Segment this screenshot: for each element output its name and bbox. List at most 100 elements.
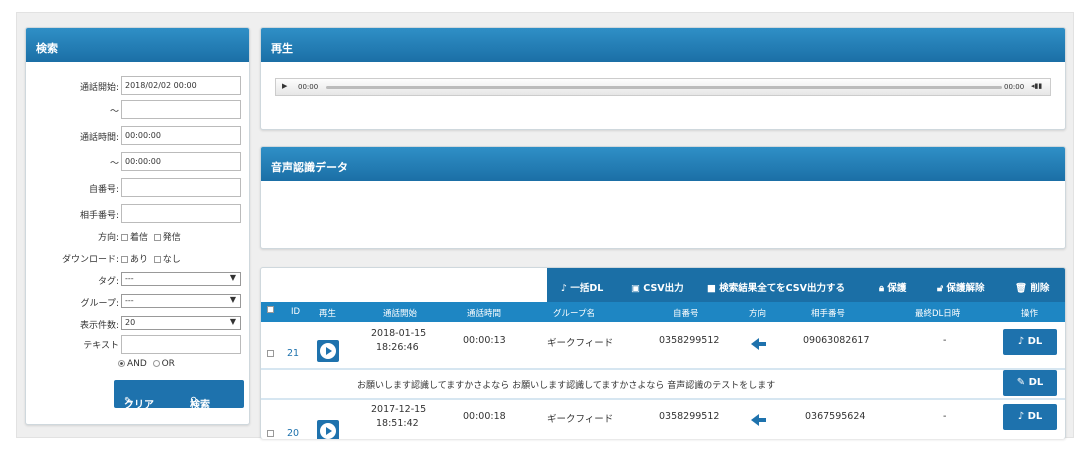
- play-button[interactable]: [317, 420, 339, 439]
- text-label: テキスト: [83, 341, 119, 351]
- csv-button[interactable]: ▣ CSV出力: [631, 280, 684, 294]
- and-label: AND: [127, 359, 147, 369]
- outgoing-checkbox[interactable]: [153, 234, 161, 241]
- call-time-to-input[interactable]: 00:00:00: [121, 152, 241, 171]
- count-row: 表示件数: 20 ▼: [26, 314, 249, 334]
- group-select[interactable]: --- ▼: [121, 294, 241, 308]
- row-partner-number: 09063082617: [803, 335, 870, 346]
- seek-bar[interactable]: [326, 86, 1002, 89]
- transcript-row: お願いします認識してますかさよなら お願いします認識してますかさよなら 音声認識…: [261, 370, 1065, 398]
- search-panel-title: 検索: [26, 28, 249, 62]
- incoming-checkbox[interactable]: [121, 234, 128, 241]
- row-group: ギークフィード: [547, 414, 614, 425]
- row-checkbox[interactable]: [267, 350, 274, 357]
- header-call-start: 通話開始: [383, 309, 418, 319]
- csv-all-button[interactable]: ■ 検索結果全てをCSV出力する: [707, 280, 845, 294]
- search-button-group: ✎ クリア ⚲ 検索: [114, 380, 244, 411]
- dl-button[interactable]: ♪ DL: [1003, 404, 1057, 430]
- play-icon[interactable]: ▶: [282, 82, 287, 90]
- own-number-input[interactable]: [121, 178, 241, 197]
- unprotect-button[interactable]: 🔓︎ 保護解除: [937, 280, 984, 294]
- tilde-label: ～: [109, 159, 119, 169]
- call-start-from-input[interactable]: 2018/02/02 00:00: [121, 76, 241, 95]
- bulk-dl-label: 一括DL: [570, 283, 604, 294]
- outgoing-label: 発信: [162, 233, 181, 243]
- protect-label: 保護: [887, 283, 907, 294]
- total-time: 00:00: [1004, 83, 1025, 91]
- dl-button[interactable]: ♪ DL: [1003, 329, 1057, 355]
- protect-button[interactable]: 🔒︎ 保護: [879, 280, 906, 294]
- row-duration: 00:00:13: [463, 335, 506, 346]
- volume-icon[interactable]: ◂▮▮: [1031, 82, 1042, 90]
- row-checkbox[interactable]: [267, 430, 274, 437]
- call-time-from-input[interactable]: 00:00:00: [121, 126, 241, 145]
- tilde-label: ～: [109, 107, 119, 117]
- delete-label: 削除: [1030, 283, 1050, 294]
- count-value: 20: [125, 318, 136, 327]
- download-yes-checkbox[interactable]: [121, 256, 128, 263]
- and-radio[interactable]: [118, 360, 125, 367]
- delete-button[interactable]: 🗑︎ 削除: [1015, 280, 1049, 294]
- row-last-dl: -: [943, 411, 947, 422]
- download-yes-label: あり: [130, 255, 149, 265]
- and-or-row: AND OR: [26, 355, 249, 375]
- group-row: グループ: --- ▼: [26, 292, 249, 312]
- row-partner-number: 0367595624: [805, 411, 866, 422]
- row-last-dl: -: [943, 335, 947, 346]
- table-row: 21 2018-01-15 18:26:46 00:00:13 ギークフィード …: [261, 322, 1065, 368]
- or-radio[interactable]: [152, 360, 160, 367]
- call-start-to-row: ～: [26, 100, 249, 120]
- player-panel-title: 再生: [261, 28, 1065, 62]
- transcript-dl-button[interactable]: ✎ DL: [1003, 370, 1057, 396]
- partner-number-input[interactable]: [121, 204, 241, 223]
- app-frame: 検索 通話開始: 2018/02/02 00:00 ～ 通話時間: 00:00:…: [16, 12, 1074, 439]
- text-input[interactable]: [121, 335, 241, 354]
- header-actions: 操作: [1021, 309, 1039, 319]
- and-or-options: AND OR: [118, 359, 175, 369]
- download-options: あり なし: [121, 252, 181, 265]
- call-time-to-row: ～ 00:00:00: [26, 152, 249, 172]
- select-all-checkbox[interactable]: [267, 306, 274, 313]
- partner-number-label: 相手番号:: [79, 211, 119, 221]
- music-note-icon: ♪: [1017, 411, 1025, 422]
- unlock-icon: 🔓︎: [937, 283, 944, 294]
- bulk-dl-button[interactable]: ♪ 一括DL: [561, 280, 603, 294]
- download-row: ダウンロード: あり なし: [26, 248, 249, 268]
- call-list-panel: ♪ 一括DL ▣ CSV出力 ■ 検索結果全てをCSV出力する 🔒︎ 保護 🔓︎…: [260, 267, 1066, 439]
- row-id-link[interactable]: 21: [287, 348, 299, 359]
- lock-icon: 🔒︎: [879, 283, 885, 294]
- row-own-number: 0358299512: [659, 411, 720, 422]
- csv-label: CSV出力: [643, 283, 684, 294]
- header-group: グループ名: [553, 309, 595, 319]
- download-no-checkbox[interactable]: [153, 256, 161, 263]
- direction-row: 方向: 着信 発信: [26, 226, 249, 246]
- own-number-row: 自番号:: [26, 178, 249, 198]
- trash-icon: 🗑︎: [1015, 283, 1028, 294]
- incoming-label: 着信: [130, 233, 149, 243]
- audio-player: ▶ 00:00 00:00 ◂▮▮: [275, 78, 1051, 96]
- group-label: グループ:: [80, 299, 120, 309]
- voice-panel-title: 音声認識データ: [261, 147, 1065, 181]
- call-start-to-input[interactable]: [121, 100, 241, 119]
- music-note-icon: ♪: [561, 283, 568, 294]
- search-button-label: 検索: [190, 400, 210, 411]
- group-value: ---: [125, 296, 134, 305]
- row-date: 2017-12-15: [371, 404, 427, 415]
- row-group: ギークフィード: [547, 338, 614, 349]
- row-id-link[interactable]: 20: [287, 428, 299, 439]
- row-time: 18:51:42: [376, 418, 419, 429]
- table-header: ID 再生 通話開始 通話時間 グループ名 自番号 方向 相手番号 最終DL日時…: [261, 302, 1065, 322]
- transcript-text: お願いします認識してますかさよなら お願いします認識してますかさよなら 音声認識…: [357, 381, 776, 391]
- header-own-number: 自番号: [673, 309, 699, 319]
- play-button[interactable]: [317, 340, 339, 362]
- count-select[interactable]: 20 ▼: [121, 316, 241, 330]
- chevron-down-icon: ▼: [229, 273, 236, 282]
- tag-label: タグ:: [97, 277, 119, 287]
- tag-select[interactable]: --- ▼: [121, 272, 241, 286]
- call-start-label: 通話開始:: [79, 83, 119, 93]
- square-icon: ■: [707, 283, 716, 294]
- direction-options: 着信 発信: [121, 230, 181, 243]
- row-time: 18:26:46: [376, 342, 419, 353]
- list-toolbar: ♪ 一括DL ▣ CSV出力 ■ 検索結果全てをCSV出力する 🔒︎ 保護 🔓︎…: [547, 268, 1065, 302]
- or-label: OR: [161, 359, 175, 369]
